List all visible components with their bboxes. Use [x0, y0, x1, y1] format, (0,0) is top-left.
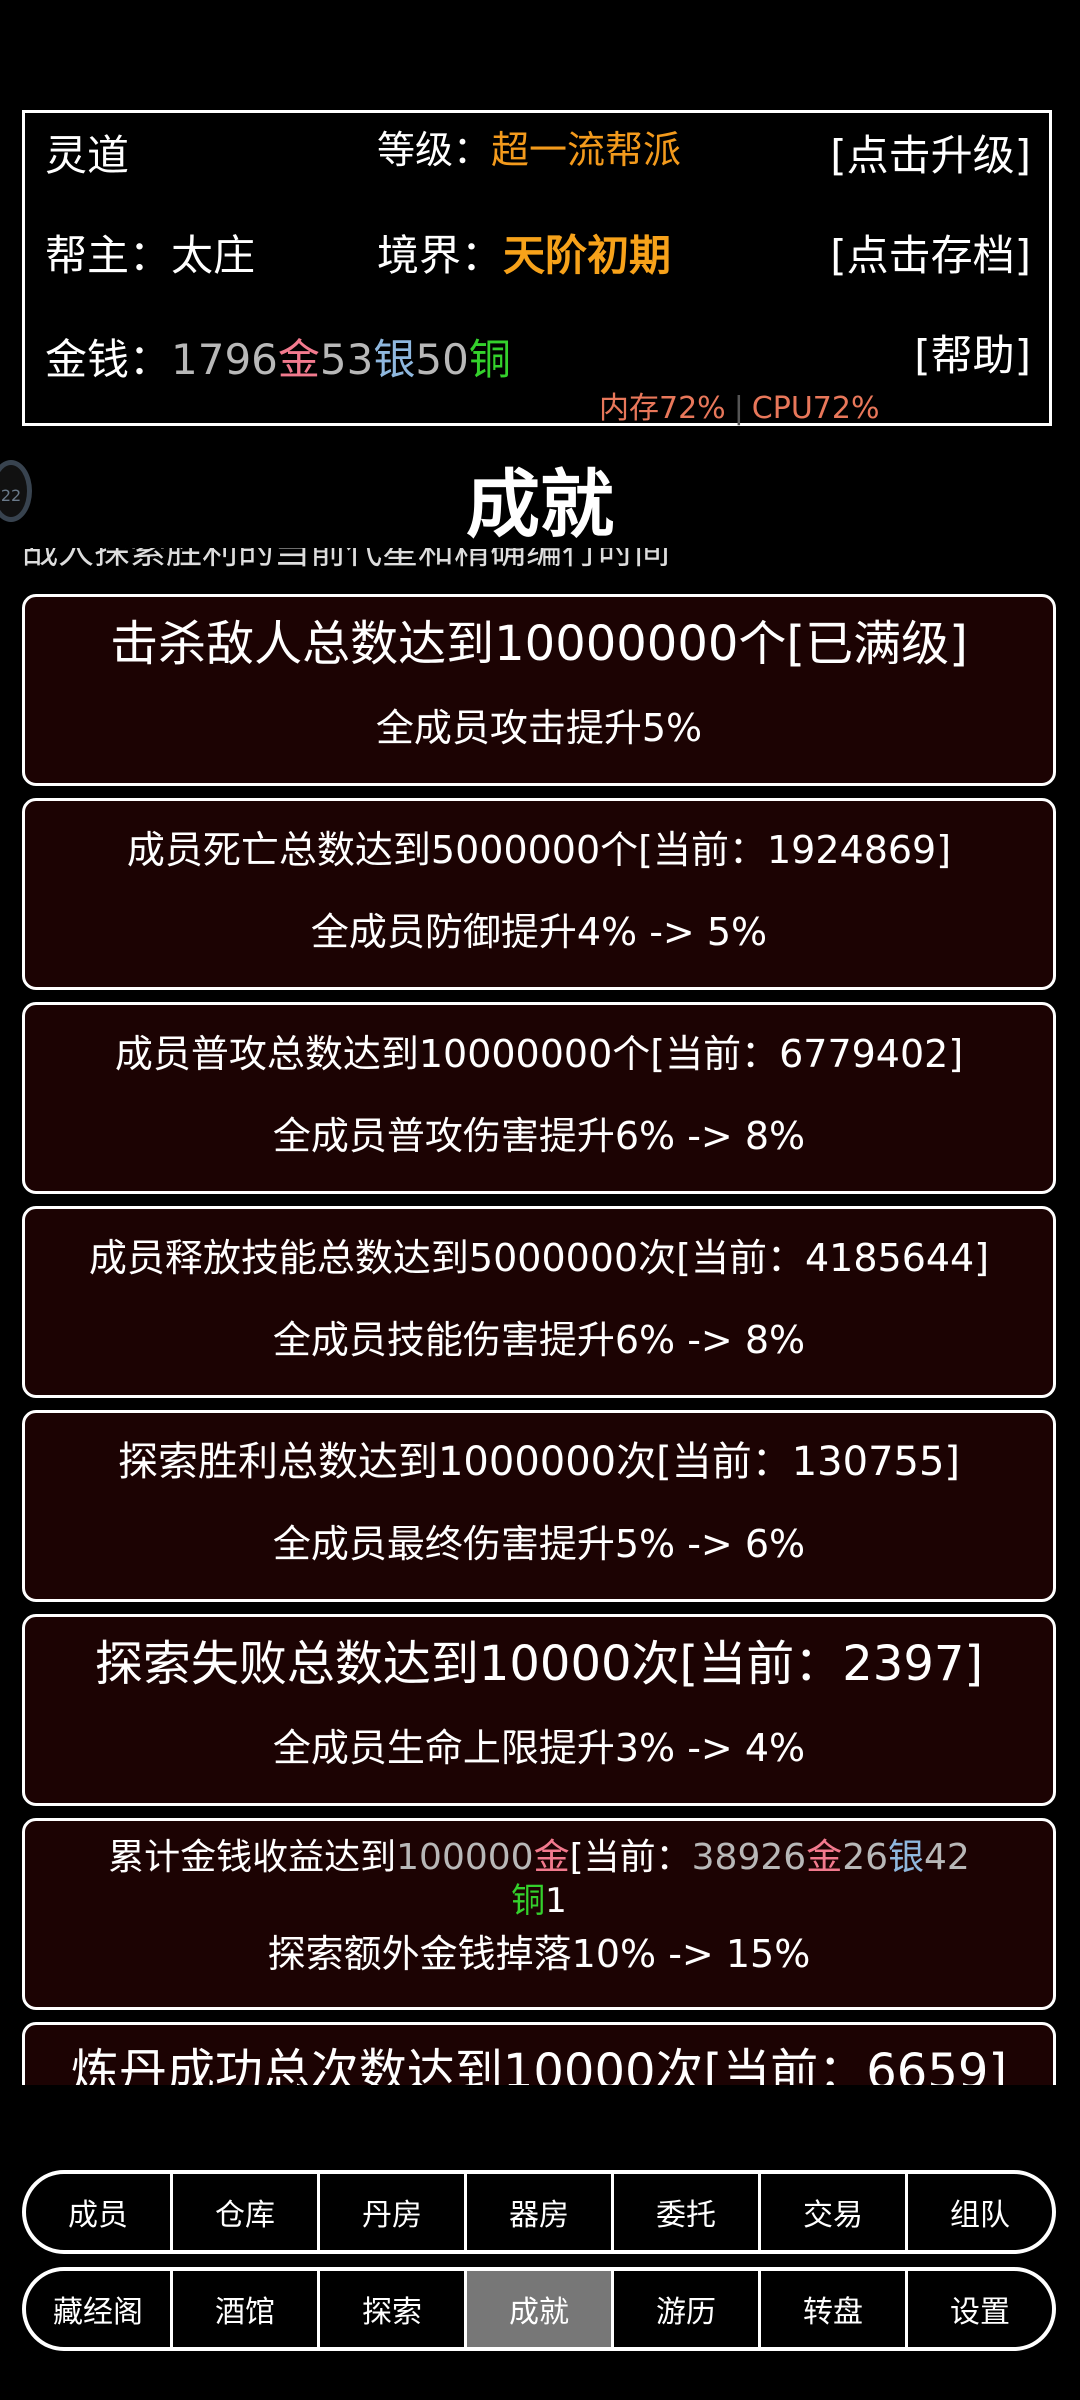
achievement-goal: 成员释放技能总数达到5000000次[当前：4185644]: [88, 1236, 990, 1280]
nav-wheel[interactable]: 转盘: [761, 2271, 908, 2347]
bottom-nav-top-row: 成员 仓库 丹房 器房 委托 交易 组队: [22, 2170, 1056, 2254]
achievement-goal: 累计金钱收益达到100000金[当前：38926金26银42: [25, 1835, 1053, 1881]
achievement-card: 累计金钱收益达到100000金[当前：38926金26银42 铜1 探索额外金钱…: [22, 1818, 1056, 2010]
money-label: 金钱：: [45, 335, 172, 384]
current-copper: 42: [924, 1837, 970, 1878]
clipped-description: 战人探索胜利的当前代星和精确编行时间: [22, 548, 671, 572]
current-silver-unit: 银: [888, 1837, 925, 1878]
sect-realm: 境界：天阶初期: [377, 231, 671, 281]
level-value: 超一流帮派: [491, 128, 682, 172]
stats-separator: |: [733, 391, 744, 426]
nav-forge-room[interactable]: 器房: [467, 2174, 614, 2250]
achievement-reward: 全成员技能伤害提升6% -> 8%: [272, 1318, 806, 1362]
goal-prefix: 累计金钱收益达到: [108, 1837, 397, 1878]
nav-settings[interactable]: 设置: [908, 2271, 1052, 2347]
leader-name: 太庄: [171, 231, 256, 280]
achievement-card: 成员死亡总数达到5000000个[当前：1924869] 全成员防御提升4% -…: [22, 798, 1056, 990]
achievement-list[interactable]: 击杀敌人总数达到10000000个[已满级] 全成员攻击提升5% 成员死亡总数达…: [0, 590, 1080, 2085]
bottom-nav-bottom-row: 藏经阁 酒馆 探索 成就 游历 转盘 设置: [22, 2267, 1056, 2351]
achievement-goal-continued: 铜1: [25, 1879, 1053, 1923]
silver-unit: 银: [373, 335, 416, 384]
save-button[interactable]: [点击存档]: [830, 231, 1031, 281]
achievement-card: 成员普攻总数达到10000000个[当前：6779402] 全成员普攻伤害提升6…: [22, 1002, 1056, 1194]
achievement-goal: 成员普攻总数达到10000000个[当前：6779402]: [114, 1032, 964, 1076]
achievement-card: 炼丹成功总次数达到10000次[当前：6659]: [22, 2022, 1056, 2085]
sect-leader: 帮主：太庄: [45, 231, 255, 281]
current-gold: 38926: [691, 1837, 807, 1878]
nav-achievements[interactable]: 成就: [467, 2271, 614, 2347]
achievement-card: 探索胜利总数达到1000000次[当前：130755] 全成员最终伤害提升5% …: [22, 1410, 1056, 1602]
nav-travel[interactable]: 游历: [614, 2271, 761, 2347]
nav-trade[interactable]: 交易: [761, 2174, 908, 2250]
money-display: 金钱：1796金53银50铜: [45, 335, 511, 385]
nav-scripture-pavilion[interactable]: 藏经阁: [26, 2271, 173, 2347]
achievement-reward: 全成员防御提升4% -> 5%: [310, 910, 768, 954]
current-copper-unit: 铜: [511, 1881, 546, 1921]
sect-name: 灵道: [45, 131, 130, 180]
silver-amount: 53: [319, 335, 374, 384]
achievement-goal: 探索胜利总数达到1000000次[当前：130755]: [117, 1439, 961, 1485]
achievement-goal: 成员死亡总数达到5000000个[当前：1924869]: [126, 828, 952, 872]
achievement-reward: 全成员普攻伤害提升6% -> 8%: [272, 1114, 806, 1158]
upgrade-button[interactable]: [点击升级]: [830, 131, 1031, 181]
help-button[interactable]: [帮助]: [914, 331, 1031, 381]
nav-team[interactable]: 组队: [908, 2174, 1052, 2250]
achievement-card: 探索失败总数达到10000次[当前：2397] 全成员生命上限提升3% -> 4…: [22, 1614, 1056, 1806]
achievement-goal: 击杀敌人总数达到10000000个[已满级]: [110, 616, 968, 672]
system-stats: 内存72% | CPU72%: [599, 383, 879, 427]
cpu-usage: CPU72%: [751, 391, 880, 426]
sect-level: 等级：超一流帮派: [377, 125, 681, 175]
goal-target-unit: 金: [533, 1837, 570, 1878]
nav-commission[interactable]: 委托: [614, 2174, 761, 2250]
copper-unit: 铜: [468, 335, 511, 384]
realm-label: 境界：: [377, 231, 504, 280]
current-gold-unit: 金: [806, 1837, 843, 1878]
gold-amount: 1796: [171, 335, 278, 384]
achievement-reward: 探索额外金钱掉落10% -> 15%: [267, 1932, 811, 1976]
page-title: 成就: [466, 462, 614, 548]
current-prefix: [当前：: [569, 1837, 692, 1878]
achievement-reward: 全成员最终伤害提升5% -> 6%: [272, 1522, 806, 1566]
goal-target-amount: 100000: [396, 1837, 534, 1878]
achievement-goal: 炼丹成功总次数达到10000次[当前：6659]: [70, 2044, 1008, 2085]
achievement-reward: 全成员攻击提升5%: [375, 706, 703, 750]
achievement-card: 击杀敌人总数达到10000000个[已满级] 全成员攻击提升5%: [22, 594, 1056, 786]
level-label: 等级：: [377, 128, 492, 172]
nav-alchemy-room[interactable]: 丹房: [320, 2174, 467, 2250]
nav-tavern[interactable]: 酒馆: [173, 2271, 320, 2347]
realm-value: 天阶初期: [503, 231, 672, 280]
leader-label: 帮主：: [45, 231, 172, 280]
gold-unit: 金: [277, 335, 320, 384]
sect-info-panel: 灵道 等级：超一流帮派 [点击升级] 帮主：太庄 境界：天阶初期 [点击存档] …: [22, 110, 1052, 426]
nav-warehouse[interactable]: 仓库: [173, 2174, 320, 2250]
achievement-card: 成员释放技能总数达到5000000次[当前：4185644] 全成员技能伤害提升…: [22, 1206, 1056, 1398]
memory-usage: 内存72%: [599, 391, 726, 426]
achievement-reward: 全成员生命上限提升3% -> 4%: [272, 1726, 806, 1770]
current-silver: 26: [842, 1837, 889, 1878]
achievement-goal: 探索失败总数达到10000次[当前：2397]: [94, 1636, 984, 1692]
nav-members[interactable]: 成员: [26, 2174, 173, 2250]
copper-amount: 50: [415, 335, 469, 384]
nav-explore[interactable]: 探索: [320, 2271, 467, 2347]
current-suffix: 1: [545, 1881, 567, 1921]
